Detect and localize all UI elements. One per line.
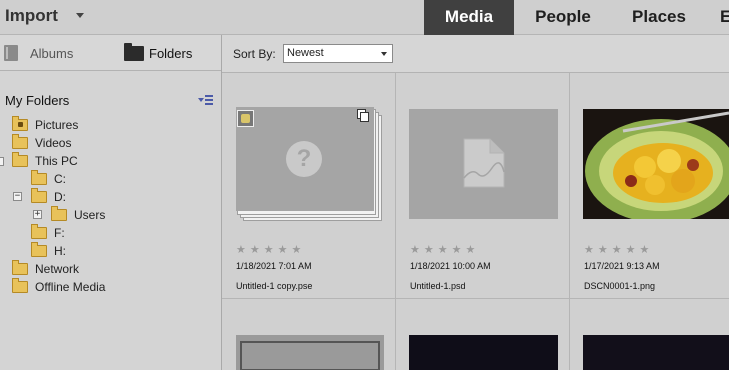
question-mark-icon: ? xyxy=(286,141,322,177)
tree-item-label: This PC xyxy=(35,154,78,168)
folder-icon xyxy=(12,278,28,293)
media-filename: Untitled-1.psd xyxy=(410,281,466,291)
tree-item-pictures[interactable]: Pictures xyxy=(12,116,78,134)
sort-bar: Sort By: Newest xyxy=(222,35,729,73)
tree-item-d-drive[interactable]: D: xyxy=(31,188,66,206)
tree-item-label: Network xyxy=(35,262,80,276)
folder-icon xyxy=(12,152,28,167)
stack-badge-icon[interactable] xyxy=(357,109,370,122)
collapse-this-pc-icon[interactable] xyxy=(0,157,4,166)
photo-thumbnail xyxy=(236,335,384,370)
pictures-folder-icon xyxy=(12,116,28,131)
tree-item-label: D: xyxy=(54,190,66,204)
tree-item-f-drive[interactable]: F: xyxy=(31,224,65,242)
folder-icon xyxy=(31,170,47,185)
media-item[interactable]: ★★★★★ 1/17/2021 9:13 AM DSCN0001-1.png xyxy=(570,73,729,299)
media-item[interactable] xyxy=(222,299,396,370)
tree-item-label: Pictures xyxy=(35,118,79,132)
tree-item-offline-media[interactable]: Offline Media xyxy=(12,278,105,296)
folder-icon xyxy=(12,134,28,149)
media-item[interactable]: ★★★★★ 1/18/2021 10:00 AM Untitled-1.psd xyxy=(396,73,570,299)
media-date: 1/18/2021 7:01 AM xyxy=(236,261,312,271)
media-date: 1/17/2021 9:13 AM xyxy=(584,261,660,271)
tree-item-label: C: xyxy=(54,172,66,186)
missing-file-badge-icon xyxy=(237,110,254,127)
media-item[interactable] xyxy=(396,299,570,370)
photo-thumbnail xyxy=(583,109,729,219)
chevron-down-icon xyxy=(381,52,387,56)
star-rating[interactable]: ★★★★★ xyxy=(236,243,305,256)
folder-icon xyxy=(31,188,47,203)
import-dropdown-icon[interactable] xyxy=(76,13,84,18)
tab-media[interactable]: Media xyxy=(424,0,514,35)
tree-item-label: Offline Media xyxy=(35,280,106,294)
sort-by-value: Newest xyxy=(287,47,324,59)
import-button[interactable]: Import xyxy=(5,6,58,26)
tab-places[interactable]: Places xyxy=(614,0,704,35)
tree-item-users[interactable]: Users xyxy=(51,206,105,224)
star-rating[interactable]: ★★★★★ xyxy=(410,243,479,256)
top-bar: Import Media People Places E xyxy=(0,0,729,35)
albums-label: Albums xyxy=(30,45,74,61)
collapse-d-drive-icon[interactable]: − xyxy=(13,192,22,201)
folder-icon xyxy=(31,224,47,239)
media-browser: Sort By: Newest ? ★★★★★ 1/18/2021 7:01 A… xyxy=(222,35,729,370)
folder-icon xyxy=(51,206,67,221)
folders-label: Folders xyxy=(149,45,193,61)
sort-by-select[interactable]: Newest xyxy=(283,44,393,63)
tab-people[interactable]: People xyxy=(518,0,608,35)
folder-icon xyxy=(124,42,144,61)
tab-events[interactable]: E xyxy=(720,0,729,35)
tree-item-network[interactable]: Network xyxy=(12,260,79,278)
folder-icon xyxy=(31,242,47,257)
tree-item-label: H: xyxy=(54,244,66,258)
media-filename: Untitled-1 copy.pse xyxy=(236,281,313,291)
sidebar: Albums Folders My Folders Pictures Video… xyxy=(0,35,222,370)
media-filename: DSCN0001-1.png xyxy=(584,281,656,291)
folder-icon xyxy=(12,260,28,275)
tree-item-this-pc[interactable]: This PC xyxy=(12,152,78,170)
folders-tab[interactable]: Folders xyxy=(124,42,193,63)
expand-users-icon[interactable]: + xyxy=(33,210,42,219)
media-item[interactable] xyxy=(570,299,729,370)
sort-by-label: Sort By: xyxy=(233,47,276,61)
star-rating[interactable]: ★★★★★ xyxy=(584,243,653,256)
tree-item-label: Users xyxy=(74,208,106,222)
panel-menu-icon[interactable] xyxy=(198,95,214,105)
tree-item-label: F: xyxy=(54,226,65,240)
sidebar-header: Albums Folders xyxy=(0,35,221,71)
albums-tab[interactable]: Albums xyxy=(4,43,73,63)
document-icon xyxy=(463,138,505,188)
media-item[interactable]: ? ★★★★★ 1/18/2021 7:01 AM Untitled-1 cop… xyxy=(222,73,396,299)
tree-item-videos[interactable]: Videos xyxy=(12,134,71,152)
tree-item-h-drive[interactable]: H: xyxy=(31,242,66,260)
album-icon xyxy=(4,45,18,61)
photo-thumbnail xyxy=(583,335,729,370)
tree-item-c-drive[interactable]: C: xyxy=(31,170,66,188)
media-date: 1/18/2021 10:00 AM xyxy=(410,261,491,271)
my-folders-title: My Folders xyxy=(5,93,70,108)
photo-thumbnail xyxy=(409,335,558,370)
tree-item-label: Videos xyxy=(35,136,72,150)
media-grid: ? ★★★★★ 1/18/2021 7:01 AM Untitled-1 cop… xyxy=(222,73,729,370)
